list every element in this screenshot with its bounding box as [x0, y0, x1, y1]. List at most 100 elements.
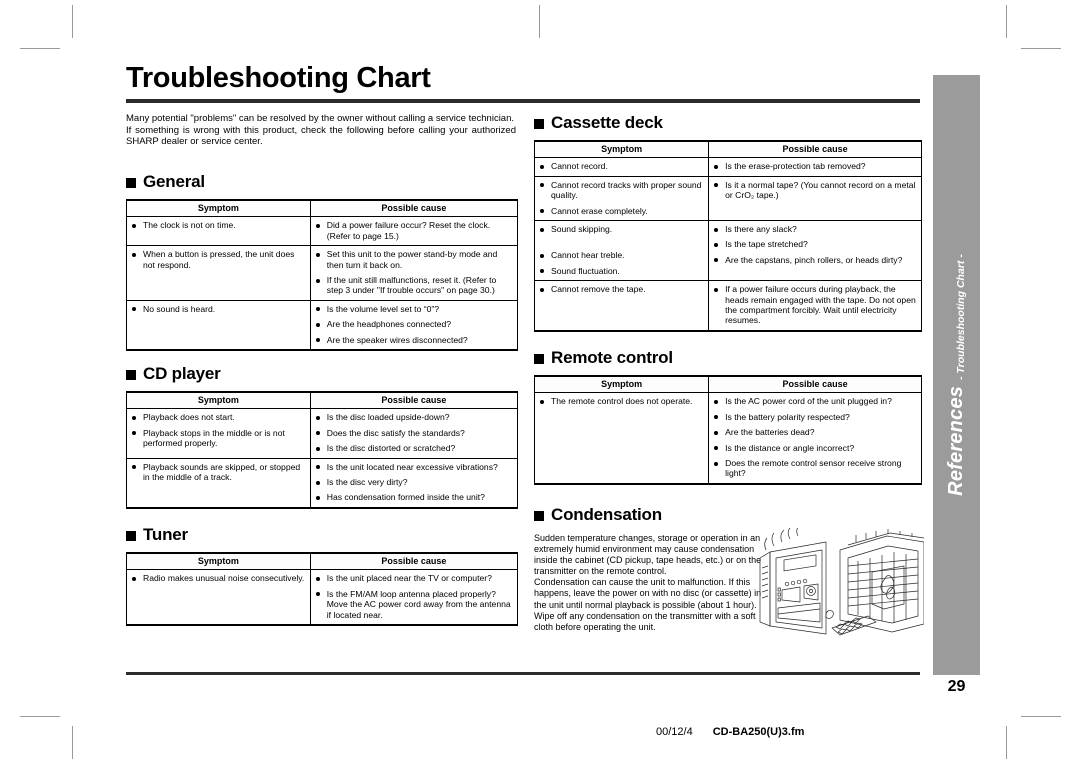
list-item: Are the batteries dead? [713, 427, 917, 437]
list-item: Set this unit to the power stand-by mode… [315, 249, 513, 270]
cell-symptom-list: Cannot remove the tape. [539, 284, 704, 294]
table-body-cd-player: Playback does not start. Playback stops i… [126, 408, 519, 509]
intro-line-1: Many potential "problems" can be resolve… [126, 113, 515, 124]
square-bullet-icon [126, 531, 136, 541]
list-item: Is the FM/AM loop antenna placed properl… [315, 589, 513, 620]
crop-mark-top-center [539, 5, 540, 38]
column-header-symptom: Symptom [533, 375, 710, 394]
table-header-row: Symptom Possible cause [533, 140, 922, 159]
cell-cause: Is the volume level set to “0”? Are the h… [309, 299, 519, 352]
table-general: Symptom Possible cause The clock is not … [126, 199, 519, 352]
list-item: Is the AC power cord of the unit plugged… [713, 396, 917, 406]
cell-symptom-list: When a button is pressed, the unit does … [131, 249, 306, 270]
cell-symptom-list: Sound skipping. Cannot hear treble. Sound … [539, 224, 704, 276]
list-item: Is there any slack? [713, 224, 917, 234]
cell-symptom: Playback does not start. Playback stops i… [126, 408, 311, 459]
cell-cause: Set this unit to the power stand-by mode… [309, 245, 519, 301]
square-bullet-icon [534, 119, 544, 129]
table-row: When a button is pressed, the unit does … [126, 245, 519, 301]
table-row: The clock is not on time. Did a power fai… [126, 216, 519, 247]
condensation-paragraph-1: Sudden temperature changes, storage or o… [534, 533, 762, 577]
column-header-symptom: Symptom [126, 391, 311, 410]
footer-divider [126, 672, 920, 675]
cell-cause: Is the disc loaded upside-down? Does the … [309, 408, 519, 459]
crop-mark-top-right-horizontal [1021, 48, 1061, 49]
crop-mark-top-left-horizontal [20, 48, 60, 49]
list-item: Cannot record. [539, 161, 704, 171]
cell-symptom-list: The clock is not on time. [131, 220, 306, 230]
section-tuner: Tuner Symptom Possible cause Radio makes… [126, 525, 519, 627]
crop-mark-bottom-left-vertical [72, 726, 73, 759]
cell-symptom-list: No sound is heard. [131, 304, 306, 314]
list-item: Playback stops in the middle or is not p… [131, 428, 306, 449]
list-item: Is the disc distorted or scratched? [315, 443, 513, 453]
crop-mark-bottom-right-vertical [1006, 726, 1007, 759]
intro-line-2: If something is wrong with this product,… [126, 124, 516, 148]
section-cd-player: CD player Symptom Possible cause Playbac… [126, 364, 519, 509]
cell-symptom-list: Cannot record tracks with proper sound q… [539, 180, 704, 216]
list-item: Cannot erase completely. [539, 206, 704, 216]
column-header-symptom: Symptom [126, 199, 311, 218]
cell-symptom: No sound is heard. [126, 299, 311, 352]
crop-mark-top-right-vertical [1006, 5, 1007, 38]
column-header-cause: Possible cause [708, 375, 922, 394]
section-general: General Symptom Possible cause The clock… [126, 172, 519, 352]
cell-cause-list: Is the erase-protection tab removed? [713, 161, 917, 171]
cell-cause: Is there any slack? Is the tape stretched… [708, 220, 922, 282]
cell-cause-list: Set this unit to the power stand-by mode… [315, 249, 513, 296]
table-header-row: Symptom Possible cause [533, 375, 922, 394]
list-item: Radio makes unusual noise consecutively. [131, 573, 306, 583]
footer-date: 00/12/4 [656, 726, 693, 738]
cell-cause: If a power failure occurs during playbac… [708, 280, 922, 332]
column-header-cause: Possible cause [309, 391, 519, 410]
square-bullet-icon [534, 354, 544, 364]
cell-cause-list: Is the AC power cord of the unit plugged… [713, 396, 917, 478]
section-heading-remote-control-label: Remote control [551, 348, 673, 367]
square-bullet-icon [534, 511, 544, 521]
list-item: Has condensation formed inside the unit? [315, 492, 513, 502]
cell-symptom-list: Playback sounds are skipped, or stopped … [131, 462, 306, 483]
list-item: Playback sounds are skipped, or stopped … [131, 462, 306, 483]
list-spacer [539, 239, 704, 245]
cell-symptom-list: Playback does not start. Playback stops i… [131, 412, 306, 448]
list-item: Is the volume level set to “0”? [315, 304, 513, 314]
section-remote-control: Remote control Symptom Possible cause Th… [533, 348, 922, 485]
list-item: Is the disc loaded upside-down? [315, 412, 513, 422]
section-heading-cassette-deck-label: Cassette deck [551, 113, 663, 132]
cell-cause-list: Is the unit placed near the TV or comput… [315, 573, 513, 620]
table-header-row: Symptom Possible cause [126, 199, 519, 218]
table-row: Playback sounds are skipped, or stopped … [126, 457, 519, 509]
section-heading-general: General [126, 172, 518, 192]
crop-mark-top-left-vertical [72, 5, 73, 38]
table-row: Sound skipping. Cannot hear treble. Sound … [533, 220, 922, 282]
column-header-cause: Possible cause [309, 199, 519, 218]
cell-cause-list: Did a power failure occur? Reset the clo… [315, 220, 513, 241]
crop-mark-bottom-right-horizontal [1021, 716, 1061, 717]
page-title: Troubleshooting Chart [126, 62, 431, 94]
title-divider [126, 99, 920, 103]
cell-symptom: Sound skipping. Cannot hear treble. Sound … [533, 220, 710, 282]
table-row: Radio makes unusual noise consecutively.… [126, 569, 519, 627]
side-tab-subtitle: - Troubleshooting Chart - [954, 254, 967, 380]
cell-cause-list: Is it a normal tape? (You cannot record … [713, 180, 917, 201]
cell-cause: Is the AC power cord of the unit plugged… [708, 392, 922, 485]
list-item: Sound fluctuation. [539, 266, 704, 276]
side-reference-tab: References - Troubleshooting Chart - [933, 75, 980, 675]
cell-symptom: When a button is pressed, the unit does … [126, 245, 311, 301]
footer-filename: CD-BA250(U)3.fm [712, 726, 805, 738]
list-item: Cannot remove the tape. [539, 284, 704, 294]
list-item: Is the unit located near excessive vibra… [315, 462, 513, 472]
section-heading-tuner: Tuner [126, 525, 518, 545]
list-item: Is the distance or angle incorrect? [713, 443, 917, 453]
cell-symptom: The remote control does not operate. [533, 392, 710, 485]
cell-symptom-list: Radio makes unusual noise consecutively. [131, 573, 306, 583]
list-item: Playback does not start. [131, 412, 306, 422]
table-body-cassette-deck: Cannot record. Is the erase-protection ta… [533, 157, 922, 332]
column-header-cause: Possible cause [309, 552, 519, 571]
list-item: Is the unit placed near the TV or comput… [315, 573, 513, 583]
cell-cause-list: Is the volume level set to “0”? Are the h… [315, 304, 513, 345]
section-heading-general-label: General [143, 172, 205, 191]
table-body-general: The clock is not on time. Did a power fai… [126, 216, 519, 352]
list-item: Cannot hear treble. [539, 250, 704, 260]
cell-cause-list: Is there any slack? Is the tape stretched… [713, 224, 917, 265]
